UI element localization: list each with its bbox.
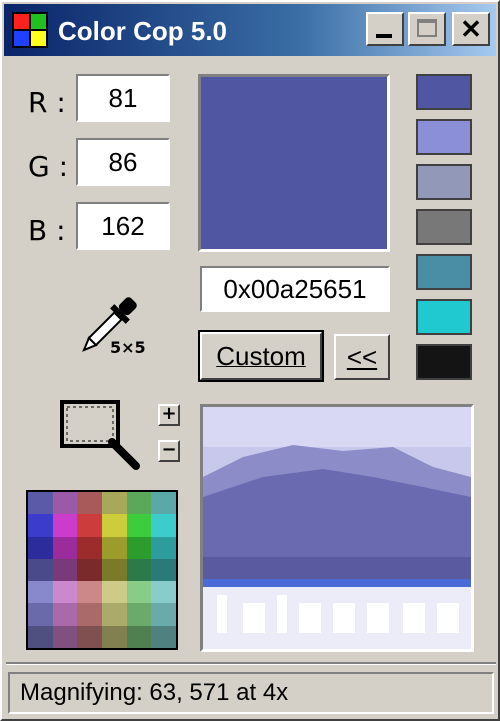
- color-palette-grid[interactable]: [26, 490, 178, 650]
- custom-button[interactable]: Custom: [198, 330, 324, 382]
- b-input[interactable]: 162: [76, 202, 170, 250]
- palette-cell[interactable]: [101, 492, 127, 515]
- close-button[interactable]: ✕: [452, 12, 490, 46]
- history-swatch[interactable]: [416, 299, 472, 335]
- palette-cell[interactable]: [101, 625, 127, 648]
- title-bar[interactable]: Color Cop 5.0 ✕: [4, 4, 496, 56]
- palette-cell[interactable]: [101, 514, 127, 537]
- zoom-in-button[interactable]: +: [158, 404, 180, 426]
- palette-cell[interactable]: [28, 514, 53, 537]
- status-divider: [6, 662, 496, 665]
- magnified-image: [203, 407, 471, 649]
- maximize-icon: [417, 19, 437, 37]
- palette-cell[interactable]: [77, 514, 102, 537]
- palette-cell[interactable]: [101, 558, 127, 582]
- magnifier-view: [200, 404, 474, 652]
- magnifier-tool[interactable]: [58, 398, 144, 474]
- sample-size-label: 5×5: [110, 338, 146, 357]
- color-preview: [198, 74, 390, 252]
- b-label: B :: [28, 214, 66, 247]
- window-title: Color Cop 5.0: [58, 16, 228, 46]
- palette-cell[interactable]: [77, 581, 102, 604]
- palette-cell[interactable]: [77, 536, 102, 559]
- palette-cell[interactable]: [151, 603, 176, 626]
- palette-cell[interactable]: [77, 558, 102, 582]
- palette-cell[interactable]: [126, 581, 152, 604]
- minimize-icon: [376, 34, 392, 38]
- history-swatch[interactable]: [416, 344, 472, 380]
- color-cop-window: Color Cop 5.0 ✕ R : 81 G : 86 B : 162 0x…: [0, 0, 500, 721]
- palette-cell[interactable]: [151, 558, 176, 582]
- palette-cell[interactable]: [52, 581, 78, 604]
- palette-cell[interactable]: [77, 492, 102, 515]
- history-back-button[interactable]: <<: [334, 334, 390, 380]
- zoom-out-button[interactable]: −: [158, 440, 180, 462]
- palette-cell[interactable]: [151, 581, 176, 604]
- palette-cell[interactable]: [126, 603, 152, 626]
- palette-cell[interactable]: [101, 603, 127, 626]
- g-label: G :: [28, 150, 69, 183]
- back-button-label: <<: [346, 341, 378, 372]
- history-swatch[interactable]: [416, 74, 472, 110]
- minimize-button[interactable]: [366, 12, 404, 46]
- app-icon: [12, 12, 48, 48]
- palette-cell[interactable]: [28, 492, 53, 515]
- palette-cell[interactable]: [28, 603, 53, 626]
- history-swatch[interactable]: [416, 254, 472, 290]
- hex-field[interactable]: 0x00a25651: [200, 266, 390, 312]
- palette-cell[interactable]: [77, 625, 102, 648]
- palette-cell[interactable]: [28, 536, 53, 559]
- palette-cell[interactable]: [28, 581, 53, 604]
- palette-cell[interactable]: [126, 492, 152, 515]
- palette-cell[interactable]: [151, 625, 176, 648]
- palette-cell[interactable]: [101, 536, 127, 559]
- magnifier-icon: [60, 400, 140, 470]
- history-swatch[interactable]: [416, 209, 472, 245]
- palette-cell[interactable]: [52, 603, 78, 626]
- palette-cell[interactable]: [52, 558, 78, 582]
- palette-cell[interactable]: [101, 581, 127, 604]
- r-input[interactable]: 81: [76, 74, 170, 122]
- palette-cell[interactable]: [52, 536, 78, 559]
- history-swatch[interactable]: [416, 119, 472, 155]
- custom-button-label: Custom: [216, 340, 306, 371]
- palette-cell[interactable]: [52, 492, 78, 515]
- history-swatch[interactable]: [416, 164, 472, 200]
- palette-cell[interactable]: [151, 514, 176, 537]
- palette-cell[interactable]: [126, 536, 152, 559]
- palette-cell[interactable]: [126, 558, 152, 582]
- palette-cell[interactable]: [126, 514, 152, 537]
- status-bar: Magnifying: 63, 571 at 4x: [8, 672, 494, 714]
- palette-cell[interactable]: [28, 558, 53, 582]
- g-input[interactable]: 86: [76, 138, 170, 186]
- palette-cell[interactable]: [151, 492, 176, 515]
- close-icon: ✕: [460, 14, 482, 44]
- palette-cell[interactable]: [77, 603, 102, 626]
- palette-cell[interactable]: [126, 625, 152, 648]
- r-label: R :: [28, 86, 66, 119]
- status-text: Magnifying: 63, 571 at 4x: [20, 679, 289, 706]
- maximize-button[interactable]: [408, 12, 446, 46]
- palette-cell[interactable]: [52, 625, 78, 648]
- palette-cell[interactable]: [28, 625, 53, 648]
- palette-cell[interactable]: [151, 536, 176, 559]
- palette-cell[interactable]: [52, 514, 78, 537]
